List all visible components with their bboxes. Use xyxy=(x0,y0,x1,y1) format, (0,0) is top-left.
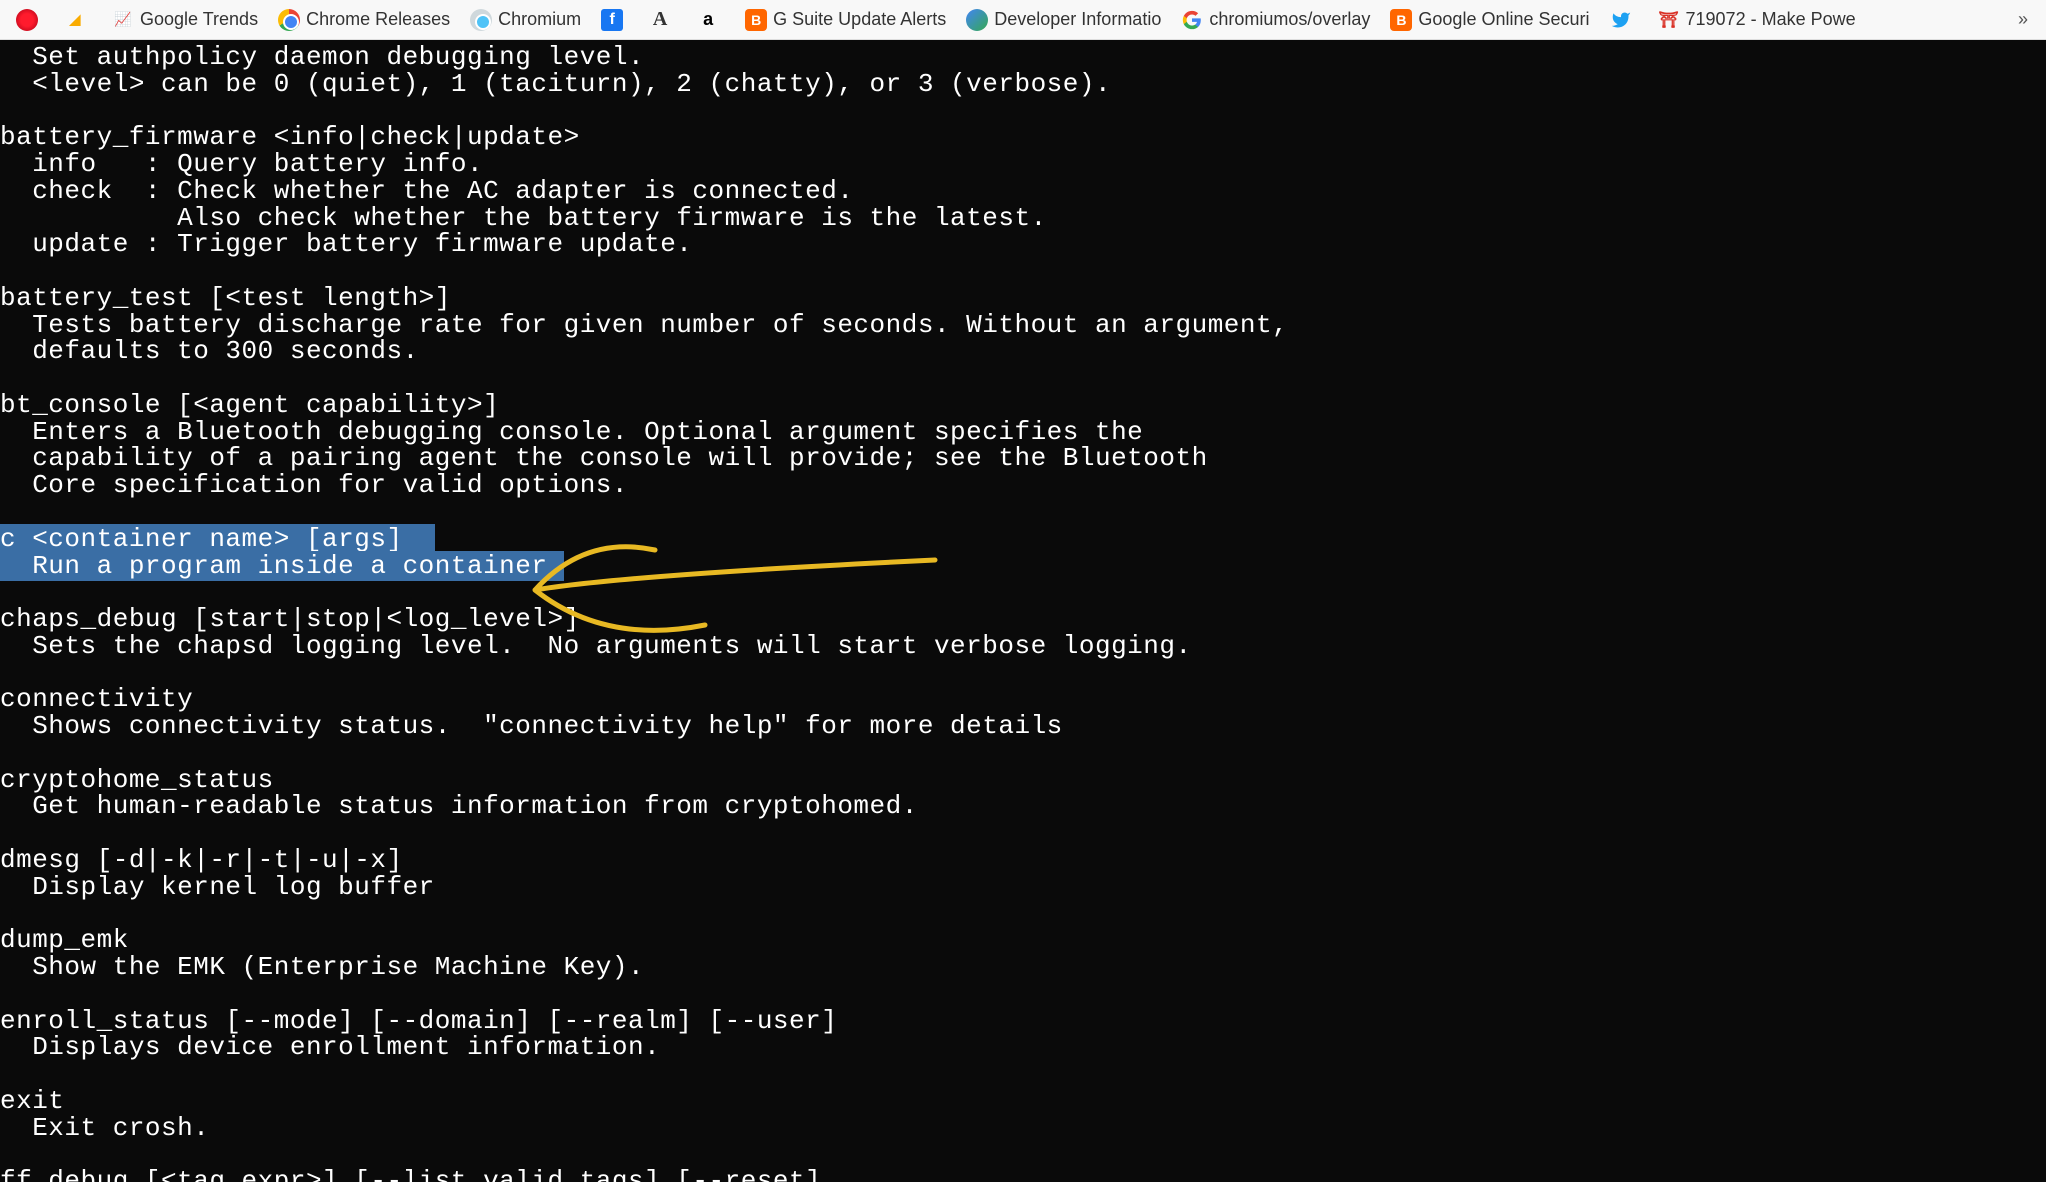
terminal-line: Shows connectivity status. "connectivity… xyxy=(0,711,1063,741)
terminal-line: defaults to 300 seconds. xyxy=(0,336,419,366)
bookmark-label: Chromium xyxy=(498,9,581,30)
terminal-line: chaps_debug [start|stop|<log_level>] xyxy=(0,604,580,634)
bookmark-gsuite[interactable]: B G Suite Update Alerts xyxy=(737,5,954,35)
bookmark-a[interactable]: A xyxy=(641,5,685,35)
dev-icon xyxy=(966,9,988,31)
letter-a-icon: A xyxy=(649,9,671,31)
terminal-line: Show the EMK (Enterprise Machine Key). xyxy=(0,952,644,982)
bookmark-label: Chrome Releases xyxy=(306,9,450,30)
bookmark-onlinesec[interactable]: B Google Online Securi xyxy=(1382,5,1597,35)
bookmark-crbug[interactable]: ⛩ 719072 - Make Powe xyxy=(1650,5,1864,35)
terminal-line: dmesg [-d|-k|-r|-t|-u|-x] xyxy=(0,845,403,875)
terminal-line: info : Query battery info. xyxy=(0,149,483,179)
bookmark-chromium[interactable]: Chromium xyxy=(462,5,589,35)
terminal-line: Display kernel log buffer xyxy=(0,872,435,902)
terminal-line: battery_firmware <info|check|update> xyxy=(0,122,580,152)
blogger-icon: B xyxy=(1390,9,1412,31)
trends-icon: 📈 xyxy=(112,9,134,31)
terminal-line-selected: c <container name> [args] xyxy=(0,524,435,554)
bookmark-opera[interactable] xyxy=(8,5,52,35)
terminal-line: enroll_status [--mode] [--domain] [--rea… xyxy=(0,1006,837,1036)
google-icon xyxy=(1181,9,1203,31)
terminal-line: Enters a Bluetooth debugging console. Op… xyxy=(0,417,1143,447)
bookmark-label: G Suite Update Alerts xyxy=(773,9,946,30)
bookmark-label: 719072 - Make Powe xyxy=(1686,9,1856,30)
terminal-line: exit xyxy=(0,1086,64,1116)
terminal-line: ff_debug [<tag_expr>] [--list_valid_tags… xyxy=(0,1166,821,1182)
chromium-icon xyxy=(470,9,492,31)
terminal-line: Set authpolicy daemon debugging level. xyxy=(0,42,644,72)
bookmark-label: chromiumos/overlay xyxy=(1209,9,1370,30)
amazon-icon: a xyxy=(697,9,719,31)
crbug-icon: ⛩ xyxy=(1658,9,1680,31)
overflow-icon: » xyxy=(2018,9,2028,29)
terminal-line: Displays device enrollment information. xyxy=(0,1032,660,1062)
bookmark-label: Google Online Securi xyxy=(1418,9,1589,30)
bookmark-chrome-releases[interactable]: Chrome Releases xyxy=(270,5,458,35)
terminal-line: battery_test [<test length>] xyxy=(0,283,451,313)
terminal-line: Exit crosh. xyxy=(0,1113,209,1143)
bookmark-facebook[interactable]: f xyxy=(593,5,637,35)
terminal-line: Tests battery discharge rate for given n… xyxy=(0,310,1288,340)
chrome-icon xyxy=(278,9,300,31)
bookmark-twitter[interactable] xyxy=(1602,5,1646,35)
facebook-icon: f xyxy=(601,9,623,31)
terminal-line: Sets the chapsd logging level. No argume… xyxy=(0,631,1192,661)
bookmark-amazon[interactable]: a xyxy=(689,5,733,35)
terminal-line: Core specification for valid options. xyxy=(0,470,628,500)
terminal-line: capability of a pairing agent the consol… xyxy=(0,443,1208,473)
bookmark-analytics[interactable]: ◢ xyxy=(56,5,100,35)
opera-icon xyxy=(16,9,38,31)
terminal-line-selected: Run a program inside a container xyxy=(0,551,564,581)
bookmarks-overflow-button[interactable]: » xyxy=(2008,5,2038,34)
terminal-line: check : Check whether the AC adapter is … xyxy=(0,176,853,206)
bookmark-devinfo[interactable]: Developer Informatio xyxy=(958,5,1169,35)
bookmark-label: Developer Informatio xyxy=(994,9,1161,30)
terminal-line: connectivity xyxy=(0,684,193,714)
terminal-line: cryptohome_status xyxy=(0,765,274,795)
blogger-icon: B xyxy=(745,9,767,31)
bookmark-label: Google Trends xyxy=(140,9,258,30)
terminal-line: dump_emk xyxy=(0,925,129,955)
bookmarks-bar: ◢ 📈 Google Trends Chrome Releases Chromi… xyxy=(0,0,2046,40)
crosh-terminal[interactable]: Set authpolicy daemon debugging level. <… xyxy=(0,40,2046,1182)
terminal-line: <level> can be 0 (quiet), 1 (taciturn), … xyxy=(0,69,1111,99)
analytics-icon: ◢ xyxy=(64,9,86,31)
bookmark-chromiumos[interactable]: chromiumos/overlay xyxy=(1173,5,1378,35)
twitter-icon xyxy=(1610,9,1632,31)
terminal-line: bt_console [<agent capability>] xyxy=(0,390,499,420)
terminal-line: Get human-readable status information fr… xyxy=(0,791,918,821)
terminal-line: Also check whether the battery firmware … xyxy=(0,203,1047,233)
bookmark-trends[interactable]: 📈 Google Trends xyxy=(104,5,266,35)
terminal-line: update : Trigger battery firmware update… xyxy=(0,229,692,259)
